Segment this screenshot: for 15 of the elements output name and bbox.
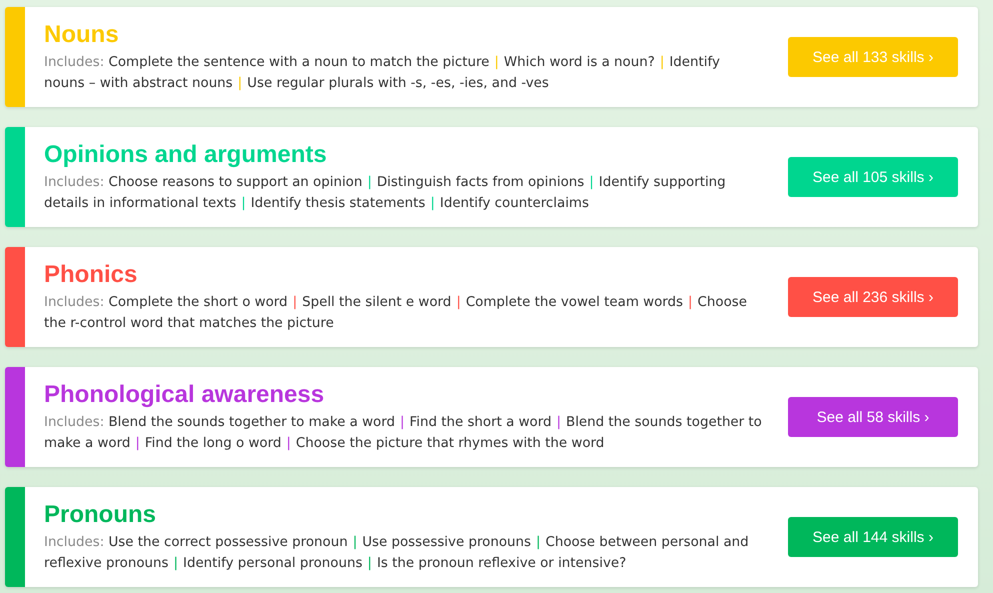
category-title: Nouns: [44, 20, 120, 48]
category-title: Phonological awareness: [44, 380, 326, 408]
skills-description: Includes: Use the correct possessive pronoun | Use possessive pronouns | Choose between personal and reflexive pronouns | Identify personal pronouns | Is the pronoun reflexive or intensive?: [44, 534, 750, 572]
see-all-button[interactable]: See all 144 skills ›: [788, 517, 958, 557]
category-title: Pronouns: [44, 500, 157, 528]
category-title: Phonics: [44, 260, 138, 288]
skills-description: Includes: Complete the short o word | Spell the silent e word | Complete the vowel team words | Choose the r-control word that matches the picture: [44, 294, 748, 332]
skills-description: Includes: Choose reasons to support an opinion | Distinguish facts from opinions | Identify supporting details in informational texts | Identify thesis statements | Identify counterclaims: [44, 174, 727, 212]
see-all-button[interactable]: See all 133 skills ›: [788, 37, 958, 77]
skills-description: Includes: Blend the sounds together to make a word | Find the short a word | Blend the sounds together to make a word | Find the long o word | Choose the picture that rhymes with the word: [44, 414, 763, 452]
see-all-button[interactable]: See all 236 skills ›: [788, 277, 958, 317]
see-all-button[interactable]: See all 58 skills ›: [788, 397, 958, 437]
category-title: Opinions and arguments: [44, 140, 328, 168]
see-all-button[interactable]: See all 105 skills ›: [788, 157, 958, 197]
skills-description: Includes: Complete the sentence with a noun to match the picture | Which word is a noun? | Identify nouns – with abstract nouns | Use regular plurals with -s, -es, -ies, and -ves: [44, 54, 721, 92]
